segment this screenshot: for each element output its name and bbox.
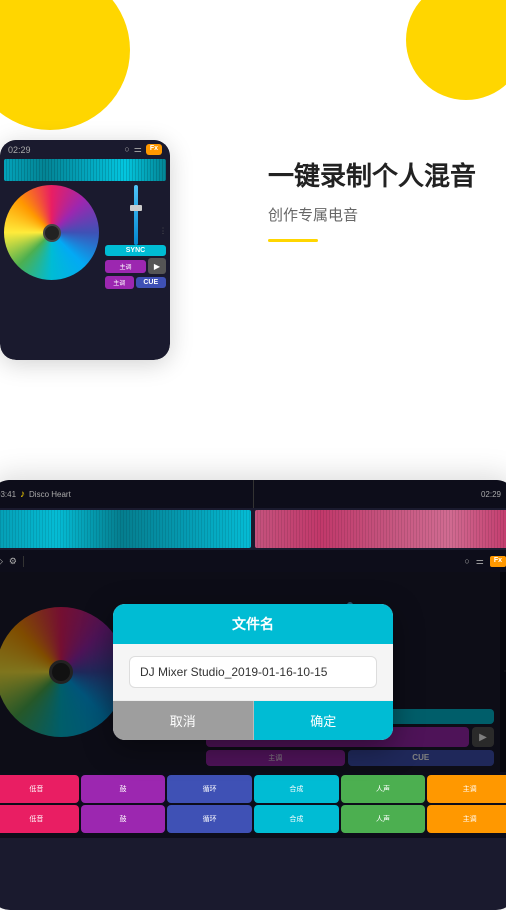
page: 02:29 ○ ⚌ Fx [0, 0, 506, 900]
pad-row2-item-2[interactable]: 循环 [167, 805, 252, 833]
tablet-right-channel: 02:29 ♪ [253, 480, 506, 508]
small-device-topbar: 02:29 ○ ⚌ Fx [0, 140, 170, 159]
small-device-main: SYNC 主调 ▶ 主调 CUE [0, 181, 170, 281]
dialog-overlay: 文件名 DJ Mixer Studio_2019-01-16-10-15 取消 … [0, 572, 506, 772]
dialog-buttons: 取消 确定 [113, 700, 393, 740]
cue-button[interactable]: CUE [136, 277, 167, 288]
small-device-bottom-buttons: SYNC 主调 ▶ 主调 CUE [105, 245, 166, 289]
eq-icon-right: ⚌ [476, 556, 484, 567]
circle-icon: ○ [124, 144, 129, 155]
turntable-center [43, 224, 61, 242]
small-device-screen: 02:29 ○ ⚌ Fx [0, 140, 170, 360]
tablet-pads-section: 低音鼓循环合成人声主调 低音鼓循环合成人声主调 [0, 772, 506, 838]
pad-row1-item-3[interactable]: 合成 [254, 775, 339, 803]
tablet-left-time: 03:41 [0, 490, 16, 499]
pad-row2-item-5[interactable]: 主调 [427, 805, 506, 833]
tablet-waveform-left [0, 510, 251, 548]
tablet-left-channel: 03:41 ♪ Disco Heart [0, 480, 253, 508]
dialog-box: 文件名 DJ Mixer Studio_2019-01-16-10-15 取消 … [113, 604, 393, 740]
main-row-1: 主调 ▶ [105, 258, 166, 274]
main-key-button-1[interactable]: 主调 [105, 260, 146, 273]
diamond-icon: ◇ [0, 556, 3, 567]
text-area: 一键录制个人混音 创作专属电音 [268, 160, 476, 242]
dialog-filename-input[interactable]: DJ Mixer Studio_2019-01-16-10-15 [129, 656, 377, 688]
sync-row: SYNC [105, 245, 166, 256]
tablet-control-row: ◇ ⚙ ○ ⚌ Fx [0, 550, 506, 572]
pad-row1-item-5[interactable]: 主调 [427, 775, 506, 803]
main-title: 一键录制个人混音 [268, 160, 476, 194]
dialog-confirm-button[interactable]: 确定 [254, 701, 394, 740]
grid-icon: ⋮ [159, 227, 167, 236]
tablet-waveform-right [255, 510, 506, 548]
pad-row1-item-2[interactable]: 循环 [167, 775, 252, 803]
circle-icon-right: ○ [464, 556, 469, 567]
fader-handle[interactable] [130, 205, 142, 211]
yellow-divider [268, 239, 318, 242]
pad-row1-item-0[interactable]: 低音 [0, 775, 79, 803]
sync-button[interactable]: SYNC [105, 245, 166, 256]
pad-row1-item-1[interactable]: 鼓 [81, 775, 166, 803]
tablet-device-mockup: 03:41 ♪ Disco Heart 02:29 ♪ ◇ [0, 480, 506, 910]
dialog-title: 文件名 [232, 616, 274, 632]
pads-row-1: 低音鼓循环合成人声主调 [0, 775, 506, 803]
dialog-header: 文件名 [113, 604, 393, 644]
small-device-fader[interactable] [134, 185, 138, 245]
sub-title: 创作专属电音 [268, 204, 476, 225]
small-device-icons: ○ ⚌ Fx [124, 144, 162, 155]
pad-row2-item-4[interactable]: 人声 [341, 805, 426, 833]
dialog-input-area: DJ Mixer Studio_2019-01-16-10-15 [113, 644, 393, 700]
play-button[interactable]: ▶ [148, 258, 166, 274]
tablet-topbar: 03:41 ♪ Disco Heart 02:29 ♪ [0, 480, 506, 508]
small-device-mockup: 02:29 ○ ⚌ Fx [0, 140, 170, 360]
small-device-time: 02:29 [8, 145, 31, 155]
tablet-main-area: SYNC 主调 ▶ 主调 CUE [0, 572, 506, 772]
tablet-song-title: Disco Heart [29, 490, 71, 499]
small-device-waveform [4, 159, 166, 181]
pads-row-2: 低音鼓循环合成人声主调 [0, 805, 506, 833]
small-device-fader-area [105, 185, 166, 245]
main-key-button-2[interactable]: 主调 [105, 276, 134, 289]
dialog-cancel-button[interactable]: 取消 [113, 701, 254, 740]
tablet-waveforms [0, 508, 506, 550]
fx-button[interactable]: Fx [146, 144, 162, 155]
tablet-right-time: 02:29 [481, 490, 501, 499]
equalizer-icon: ⚌ [134, 144, 142, 155]
small-device-turntable[interactable] [4, 185, 99, 280]
pad-row2-item-0[interactable]: 低音 [0, 805, 79, 833]
gear-icon[interactable]: ⚙ [9, 556, 17, 567]
fx-button-tablet[interactable]: Fx [490, 556, 506, 567]
bottom-section: 03:41 ♪ Disco Heart 02:29 ♪ ◇ [0, 450, 506, 900]
pad-row2-item-3[interactable]: 合成 [254, 805, 339, 833]
tablet-screen: 03:41 ♪ Disco Heart 02:29 ♪ ◇ [0, 480, 506, 910]
main-row-2: 主调 CUE [105, 276, 166, 289]
note-icon-left: ♪ [20, 489, 25, 500]
top-section: 02:29 ○ ⚌ Fx [0, 0, 506, 380]
pad-row2-item-1[interactable]: 鼓 [81, 805, 166, 833]
pad-row1-item-4[interactable]: 人声 [341, 775, 426, 803]
